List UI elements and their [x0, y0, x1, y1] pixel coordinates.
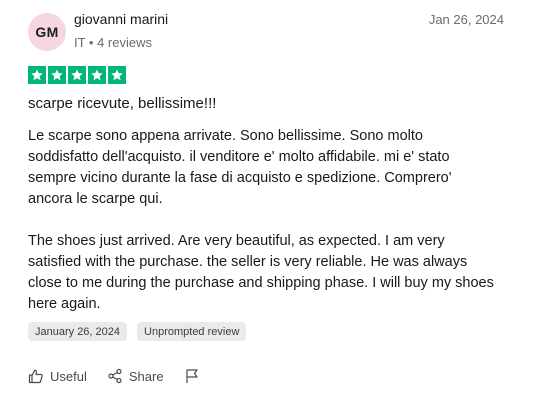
review-date: Jan 26, 2024	[428, 12, 504, 27]
review-title[interactable]: scarpe ricevute, bellissime!!!	[28, 95, 216, 112]
reviewer-name[interactable]: giovanni marini	[74, 11, 168, 27]
star-icon	[88, 66, 106, 84]
star-icon	[68, 66, 86, 84]
share-label: Share	[128, 368, 164, 384]
star-icon	[28, 66, 46, 84]
flag-icon	[185, 369, 198, 383]
review-tags: January 26, 2024 Unprompted review	[28, 322, 247, 341]
review-paragraph-english: The shoes just arrived. Are very beautif…	[28, 233, 494, 312]
avatar[interactable]: GM	[28, 13, 66, 51]
review-actions: Useful Share	[28, 368, 200, 384]
share-icon	[108, 368, 122, 384]
review-header: GM giovanni marini IT • 4 reviews Jan 26…	[28, 10, 508, 54]
share-button[interactable]: Share	[107, 368, 164, 384]
report-button[interactable]	[184, 368, 200, 384]
star-icon	[48, 66, 66, 84]
reviewer-meta: IT • 4 reviews	[74, 35, 152, 50]
review-body: Le scarpe sono appena arrivate. Sono bel…	[28, 126, 508, 315]
useful-button[interactable]: Useful	[28, 368, 87, 384]
thumbs-up-icon	[28, 369, 43, 384]
star-rating	[28, 66, 126, 84]
unprompted-review-tag[interactable]: Unprompted review	[137, 322, 247, 341]
review-paragraph-italian: Le scarpe sono appena arrivate. Sono bel…	[28, 128, 452, 207]
star-icon	[108, 66, 126, 84]
experience-date-tag: January 26, 2024	[28, 322, 128, 341]
useful-label: Useful	[50, 368, 87, 384]
